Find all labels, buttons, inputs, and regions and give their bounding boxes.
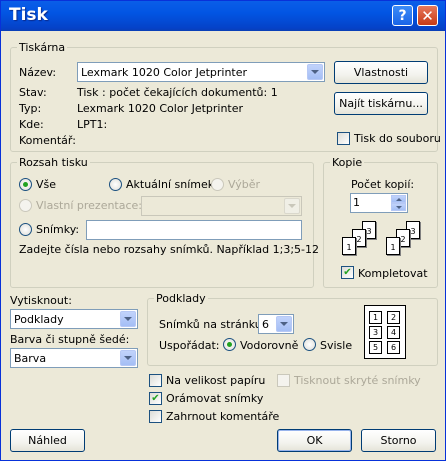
where-label: Kde:	[19, 118, 44, 131]
copies-group: Kopie Počet kopií: 1 3 2 1 3 2 1 ✔ Kompl…	[323, 156, 438, 288]
print-to-file-checkbox[interactable]	[337, 132, 350, 145]
range-slides-radio[interactable]	[19, 223, 32, 236]
chevron-down-icon[interactable]	[120, 311, 136, 327]
order-horizontal-label[interactable]: Vodorovně	[240, 339, 298, 352]
comment-label: Komentář:	[19, 134, 76, 147]
slot-5: 5	[369, 341, 382, 354]
print-hidden-label: Tisknout skryté snímky	[294, 374, 421, 387]
slides-per-page-label: Snímků na stránku:	[159, 318, 266, 331]
include-comments-checkbox[interactable]	[149, 410, 162, 423]
print-dialog: Tisk ? ✕ Tiskárna Název: Lexmark 1020 Co…	[0, 0, 446, 461]
printer-name-value: Lexmark 1020 Color Jetprinter	[81, 65, 248, 79]
range-slides-label[interactable]: Snímky:	[36, 223, 79, 236]
copies-count-spinner[interactable]: 1	[350, 193, 408, 213]
print-what-value: Podklady	[14, 312, 64, 326]
include-comments-label[interactable]: Zahrnout komentáře	[166, 410, 279, 423]
title-bar[interactable]: Tisk ? ✕	[1, 1, 445, 31]
order-horizontal-radio[interactable]	[223, 338, 236, 351]
slot-6: 6	[387, 341, 400, 354]
spin-up-icon[interactable]	[391, 195, 406, 203]
color-value: Barva	[14, 351, 47, 365]
range-selection-radio[interactable]	[211, 178, 224, 191]
preview-button[interactable]: Náhled	[10, 429, 85, 452]
order-vertical-radio[interactable]	[303, 338, 316, 351]
range-custom-show-label: Vlastní prezentace:	[36, 199, 143, 212]
status-label: Stav:	[19, 86, 47, 99]
handout-layout-preview: 1 2 3 4 5 6	[364, 305, 406, 359]
print-range-legend: Rozsah tisku	[17, 156, 90, 169]
where-value: LPT1:	[77, 118, 108, 131]
ok-button[interactable]: OK	[277, 429, 352, 452]
close-button[interactable]: ✕	[417, 5, 438, 26]
scale-to-fit-label[interactable]: Na velikost papíru	[166, 374, 265, 387]
printer-name-label: Název:	[19, 66, 57, 79]
frame-slides-checkbox[interactable]: ✔	[149, 392, 162, 405]
slot-1: 1	[369, 311, 382, 324]
chevron-down-icon[interactable]	[120, 350, 136, 366]
range-current-slide-radio[interactable]	[109, 178, 122, 191]
range-current-slide-label[interactable]: Aktuální snímek	[126, 178, 214, 191]
chevron-down-icon[interactable]	[276, 316, 292, 332]
print-to-file-label[interactable]: Tisk do souboru	[354, 132, 441, 145]
collate-page-icon: 1	[386, 237, 400, 255]
chevron-down-icon[interactable]	[284, 198, 300, 214]
slides-input[interactable]	[86, 220, 302, 240]
help-button[interactable]: ?	[392, 5, 413, 26]
printer-name-select[interactable]: Lexmark 1020 Color Jetprinter	[77, 62, 325, 82]
order-label: Uspořádat:	[159, 339, 220, 352]
range-hint: Zadejte čísla nebo rozsahy snímků. Napří…	[19, 243, 319, 256]
properties-button[interactable]: Vlastnosti	[334, 61, 428, 84]
range-all-radio[interactable]	[19, 178, 32, 191]
slot-3: 3	[369, 326, 382, 339]
type-label: Typ:	[19, 102, 42, 115]
copies-count-value: 1	[353, 196, 360, 209]
status-value: Tisk : počet čekajících dokumentů: 1	[77, 86, 278, 99]
collate-label[interactable]: Kompletovat	[358, 267, 428, 280]
print-what-select[interactable]: Podklady	[10, 309, 138, 329]
color-label: Barva či stupně šedé:	[10, 333, 130, 346]
collate-page-icon: 1	[342, 237, 356, 255]
question-mark-icon: ?	[398, 7, 407, 24]
frame-slides-label[interactable]: Orámovat snímky	[166, 392, 263, 405]
printer-group: Tiskárna Název: Lexmark 1020 Color Jetpr…	[10, 41, 441, 152]
find-printer-button[interactable]: Najít tiskárnu...	[334, 92, 428, 115]
cancel-button[interactable]: Storno	[361, 429, 436, 452]
chevron-down-icon[interactable]	[307, 64, 323, 80]
close-icon: ✕	[421, 6, 434, 25]
print-range-group: Rozsah tisku Vše Aktuální snímek Výběr V…	[10, 156, 319, 288]
scale-to-fit-checkbox[interactable]	[149, 374, 162, 387]
slot-2: 2	[387, 311, 400, 324]
range-selection-label: Výběr	[228, 178, 261, 191]
printer-legend: Tiskárna	[17, 41, 68, 54]
handouts-group: Podklady Snímků na stránku: 6 Uspořádat:…	[147, 292, 438, 366]
range-custom-show-radio[interactable]	[19, 199, 32, 212]
slides-per-page-value: 6	[262, 317, 269, 331]
slides-per-page-select[interactable]: 6	[258, 314, 294, 334]
handouts-legend: Podklady	[154, 292, 208, 305]
collate-checkbox[interactable]: ✔	[341, 266, 354, 279]
order-vertical-label[interactable]: Svisle	[320, 339, 352, 352]
window-title: Tisk	[9, 5, 48, 25]
copies-count-label: Počet kopií:	[351, 178, 415, 191]
custom-show-select[interactable]	[141, 196, 302, 216]
type-value: Lexmark 1020 Color Jetprinter	[77, 102, 244, 115]
print-hidden-checkbox[interactable]	[277, 374, 290, 387]
range-all-label[interactable]: Vše	[36, 178, 56, 191]
spin-down-icon[interactable]	[391, 203, 406, 211]
copies-legend: Kopie	[330, 156, 365, 169]
print-what-label: Vytisknout:	[10, 294, 72, 307]
slot-4: 4	[387, 326, 400, 339]
color-select[interactable]: Barva	[10, 348, 138, 368]
